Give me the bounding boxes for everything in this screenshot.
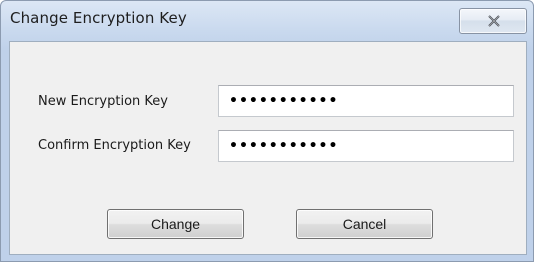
close-icon: [488, 15, 500, 27]
title-bar[interactable]: Change Encryption Key: [1, 1, 533, 41]
cancel-button[interactable]: Cancel: [296, 209, 433, 239]
close-button[interactable]: [459, 8, 527, 34]
change-button[interactable]: Change: [107, 209, 244, 239]
dialog-body: New Encryption Key Confirm Encryption Ke…: [9, 41, 527, 255]
confirm-key-label: Confirm Encryption Key: [38, 138, 191, 153]
change-encryption-key-dialog: Change Encryption Key New Encryption Key…: [0, 0, 534, 262]
new-key-input[interactable]: [218, 85, 514, 117]
new-key-label: New Encryption Key: [38, 94, 168, 109]
confirm-key-input[interactable]: [218, 130, 514, 162]
dialog-title: Change Encryption Key: [10, 9, 187, 27]
